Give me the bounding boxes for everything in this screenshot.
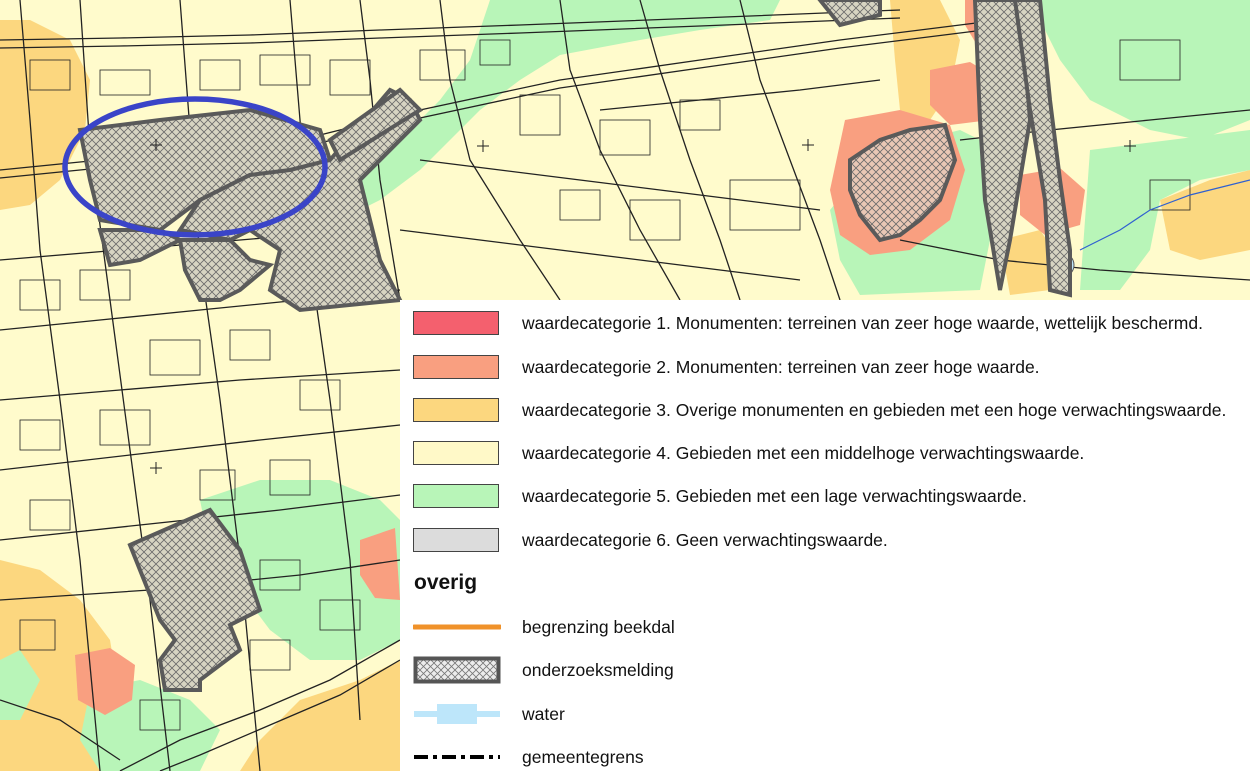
legend-label-cat4: waardecategorie 4. Gebieden met een midd… — [522, 443, 1085, 463]
legend-label-cat3: waardecategorie 3. Overige monumenten en… — [522, 400, 1227, 420]
legend-label-cat1: waardecategorie 1. Monumenten: terreinen… — [522, 313, 1203, 333]
legend-label-cat6: waardecategorie 6. Geen verwachtingswaar… — [522, 530, 888, 550]
orange-line-icon — [413, 624, 501, 630]
legend-swatch-cat2 — [413, 355, 499, 379]
dash-dot-line-icon — [414, 755, 500, 759]
legend-label-cat5: waardecategorie 5. Gebieden met een lage… — [522, 486, 1027, 506]
legend-label-gemeentegrens: gemeentegrens — [522, 747, 644, 767]
legend-swatch-cat5 — [413, 484, 499, 508]
legend-swatch-cat4 — [413, 441, 499, 465]
map-legend: waardecategorie 1. Monumenten: terreinen… — [400, 300, 1250, 771]
legend-label-cat2: waardecategorie 2. Monumenten: terreinen… — [522, 357, 1040, 377]
legend-label-beekdal: begrenzing beekdal — [522, 617, 675, 637]
legend-swatch-cat3 — [413, 398, 499, 422]
legend-label-onderzoeksmelding: onderzoeksmelding — [522, 660, 674, 680]
legend-overig-title: overig — [414, 571, 478, 594]
map-viewer: waardecategorie 1. Monumenten: terreinen… — [0, 0, 1250, 771]
legend-swatch-cat1 — [413, 311, 499, 335]
legend-label-water: water — [522, 704, 565, 724]
legend-swatch-cat6 — [413, 528, 499, 552]
water-icon — [414, 704, 500, 724]
crosshatch-box-icon — [413, 656, 501, 684]
